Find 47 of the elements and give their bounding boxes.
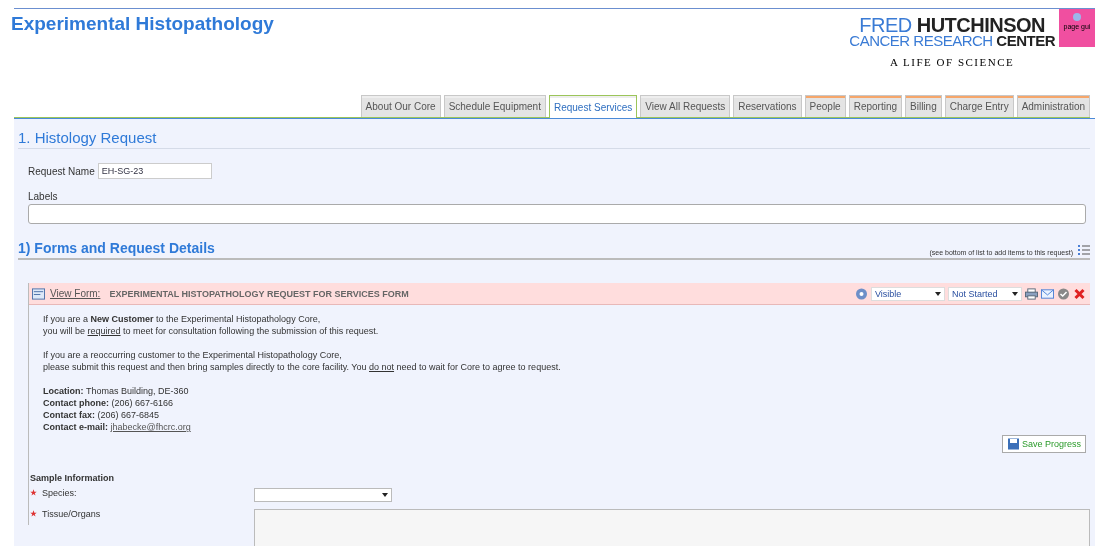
printer-icon[interactable] (1025, 287, 1038, 300)
contact-value: (206) 667-6845 (97, 410, 160, 420)
view-form-link[interactable]: View Form: (50, 288, 101, 299)
form-title: EXPERIMENTAL HISTOPATHOLOGY REQUEST FOR SERVICES FORM (109, 288, 409, 299)
list-icon[interactable] (1078, 244, 1090, 256)
field-label: Species: (42, 488, 78, 498)
contact-label: Contact phone: (43, 398, 109, 408)
status-dropdown[interactable]: Not Started (948, 286, 1022, 301)
section-label: Sample Information (30, 473, 115, 483)
envelope-icon[interactable] (1041, 287, 1054, 300)
contact-label: Location: (43, 386, 84, 396)
contact-label: Contact e-mail: (43, 422, 108, 432)
contact-value: Thomas Building, DE-360 (86, 386, 189, 396)
labels-field[interactable] (28, 204, 1086, 224)
nav-tab[interactable]: Administration (1016, 95, 1090, 117)
check-icon[interactable] (1057, 287, 1070, 300)
nav-tab[interactable]: People (804, 95, 846, 117)
save-progress-button[interactable]: Save Progress (1001, 435, 1086, 453)
nav-tab[interactable]: Reporting (848, 95, 903, 117)
nav-tab[interactable]: Schedule Equipment (443, 95, 546, 117)
species-dropdown[interactable] (254, 488, 392, 502)
form-icon (32, 287, 45, 300)
logo: FRED HUTCHINSON CANCER RESEARCH CENTER A LIFE OF SCIENCE (849, 17, 1055, 68)
contact-value: (206) 667-6166 (111, 398, 174, 408)
nav-tab[interactable]: View All Requests (640, 95, 731, 117)
nav-tab[interactable]: Reservations (733, 95, 802, 117)
field-label: Request Name (28, 165, 95, 177)
nav-tab[interactable]: About Our Core (360, 95, 441, 117)
nav-tab[interactable]: Billing (905, 95, 942, 117)
tissue-organs-field[interactable] (254, 509, 1090, 546)
email-link[interactable]: jhabecke@fhcrc.org (110, 422, 191, 432)
request-name-field[interactable]: EH-SG-23 (97, 163, 212, 179)
info-text: If you are a New Customer to the Experimental Histopathology Core, (43, 313, 322, 325)
field-label: Labels (28, 191, 59, 202)
close-icon[interactable] (1073, 287, 1086, 300)
nav-tab[interactable]: Request Services (548, 95, 638, 118)
info-text: you will be required to meet for consultation following the submission of this request. (43, 325, 380, 337)
info-text: If you are a reoccurring customer to the Experimental Histopathology Core, (43, 349, 343, 361)
field-label: Tissue/Organs (42, 509, 102, 519)
section-heading: 1. Histology Request (18, 129, 1090, 149)
info-text: please submit this request and then bring samples directly to the core facility. You do not need to wait for Core to agree to request. (43, 361, 562, 373)
floppy-icon (1006, 438, 1020, 450)
visibility-dropdown[interactable]: Visible (871, 286, 945, 301)
site-title: Experimental Histopathology (11, 13, 274, 35)
nav-tab[interactable]: Charge Entry (944, 95, 1014, 117)
contact-label: Contact fax: (43, 410, 95, 420)
section-heading: 1) Forms and Request Details (18, 240, 215, 256)
